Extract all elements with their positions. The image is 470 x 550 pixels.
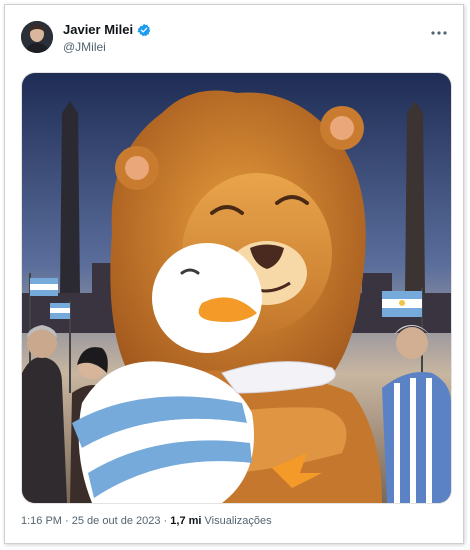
- views-label: Visualizações: [204, 515, 272, 527]
- tweet-image[interactable]: [21, 72, 452, 504]
- duck-head: [152, 243, 262, 353]
- tweet-card: Javier Milei @JMilei 1:16 PM · 25 de out…: [4, 4, 464, 544]
- author-name[interactable]: Javier Milei: [63, 22, 133, 37]
- tweet-date[interactable]: 25 de out de 2023: [72, 515, 161, 527]
- author-handle[interactable]: @JMilei: [63, 40, 106, 54]
- meta-separator: ·: [163, 515, 168, 527]
- tweet-meta: 1:16 PM · 25 de out de 2023 · 1,7 mi Vis…: [21, 515, 272, 527]
- tweet-time[interactable]: 1:16 PM: [21, 515, 62, 527]
- more-horizontal-icon[interactable]: [431, 23, 447, 41]
- meta-separator: ·: [65, 515, 69, 527]
- avatar[interactable]: [21, 21, 53, 53]
- views-count: 1,7 mi: [170, 515, 202, 527]
- verified-badge-icon: [137, 23, 151, 37]
- lion-hugging-duck-illustration: [22, 73, 451, 503]
- author-row: Javier Milei: [63, 22, 151, 37]
